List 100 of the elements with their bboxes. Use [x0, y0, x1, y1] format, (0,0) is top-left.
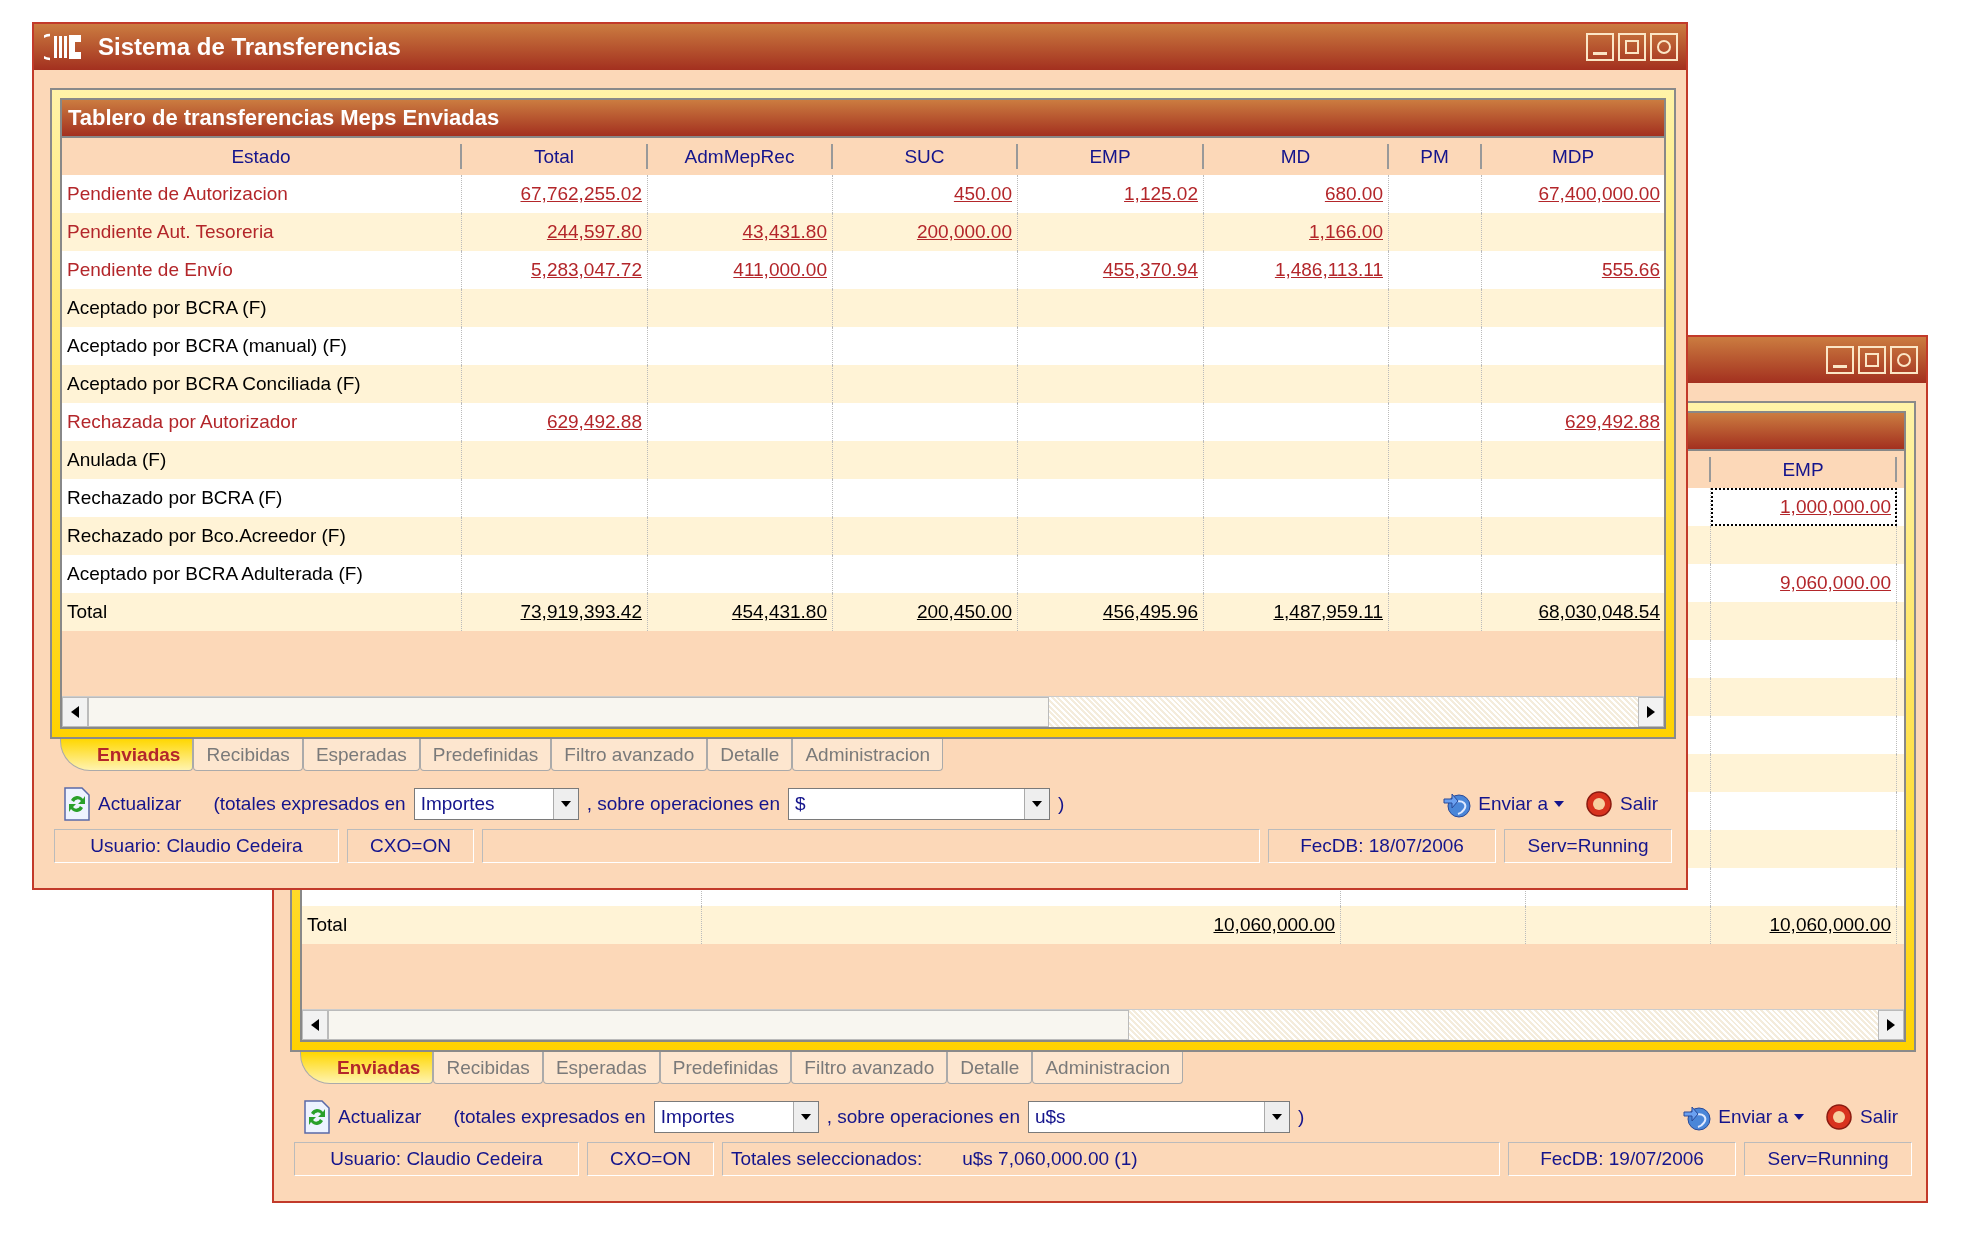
tab[interactable]: Administracion	[1032, 1052, 1183, 1084]
exit-button[interactable]: Salir	[1578, 789, 1664, 819]
scroll-right-button[interactable]	[1638, 697, 1664, 727]
refresh-button[interactable]: Actualizar	[56, 786, 188, 822]
scroll-right-button[interactable]	[1878, 1010, 1904, 1040]
tab[interactable]: Recibidas	[433, 1052, 543, 1084]
tab[interactable]: Predefinidas	[659, 1052, 792, 1084]
refresh-button[interactable]: Actualizar	[296, 1099, 428, 1135]
selection-label: Totales seleccionados:	[731, 1148, 923, 1170]
tab[interactable]: Filtro avanzado	[551, 739, 708, 771]
status-label: Anulada (F)	[67, 449, 167, 471]
column-header[interactable]: Estado	[231, 145, 291, 168]
tab[interactable]: Enviadas	[300, 1052, 434, 1084]
minimize-button[interactable]	[1586, 33, 1614, 61]
column-header[interactable]: EMP	[1089, 145, 1131, 168]
amount-link[interactable]: 680.00	[1324, 183, 1383, 205]
amount-link[interactable]: 1,166.00	[1309, 221, 1383, 243]
amount-link[interactable]: 200,000.00	[916, 221, 1012, 243]
amount-link[interactable]: 450.00	[953, 183, 1012, 205]
send-to-button[interactable]: Enviar a	[1436, 789, 1570, 819]
tab[interactable]: Enviadas	[60, 739, 194, 771]
tab[interactable]: Recibidas	[193, 739, 303, 771]
status-label: Total	[307, 914, 348, 936]
scroll-left-button[interactable]	[302, 1010, 328, 1040]
tab[interactable]: Detalle	[947, 1052, 1033, 1084]
column-header[interactable]: SUC	[904, 145, 945, 168]
tab[interactable]: Detalle	[707, 739, 793, 771]
status-label: Pendiente de Autorizacion	[67, 183, 288, 205]
status-label: Rechazado por Bco.Acreedor (F)	[67, 525, 346, 547]
tab[interactable]: Administracion	[792, 739, 943, 771]
amount-link[interactable]: 456,495.96	[1102, 601, 1198, 623]
amount-link[interactable]: 629,492.88	[546, 411, 642, 433]
database-date-status: FecDB: 18/07/2006	[1268, 829, 1496, 863]
horizontal-scrollbar[interactable]	[302, 1009, 1904, 1040]
minimize-button[interactable]	[1826, 346, 1854, 374]
column-header[interactable]: AdmMepRec	[684, 145, 795, 168]
table-cell[interactable]: 1,000,000.00	[1711, 488, 1897, 526]
column-header[interactable]: Total	[533, 145, 575, 168]
left-arrow-icon	[71, 706, 79, 718]
currency-dropdown[interactable]: $	[787, 788, 1050, 820]
user-status: Usuario: Claudio Cedeira	[294, 1142, 579, 1176]
status-label: Pendiente Aut. Tesoreria	[67, 221, 274, 243]
amount-link[interactable]: 244,597.80	[546, 221, 642, 243]
close-button[interactable]	[1650, 33, 1678, 61]
amount-type-dropdown[interactable]: Importes	[653, 1101, 819, 1133]
amount-link[interactable]: 454,431.80	[731, 601, 827, 623]
amount-link[interactable]: 555.66	[1601, 259, 1660, 281]
amount-link[interactable]: 9,060,000.00	[1780, 572, 1891, 594]
column-header[interactable]: MD	[1280, 145, 1311, 168]
currency-dropdown[interactable]: u$s	[1027, 1101, 1290, 1133]
scroll-thumb[interactable]	[88, 697, 1050, 727]
horizontal-scrollbar[interactable]	[62, 696, 1664, 727]
amount-link[interactable]: 67,762,255.02	[520, 183, 642, 205]
status-label: Rechazada por Autorizador	[67, 411, 298, 433]
amount-link[interactable]: 68,030,048.54	[1538, 601, 1660, 623]
amount-link[interactable]: 1,000,000.00	[1780, 496, 1891, 518]
amount-link[interactable]: 73,919,393.42	[520, 601, 642, 623]
amount-link[interactable]: 1,487,959.11	[1273, 601, 1383, 623]
amount-link[interactable]: 455,370.94	[1102, 259, 1198, 281]
maximize-button[interactable]	[1858, 346, 1886, 374]
column-header[interactable]: PM	[1420, 145, 1449, 168]
amount-link[interactable]: 629,492.88	[1564, 411, 1660, 433]
window-title: Sistema de Transferencias	[98, 33, 401, 61]
panel-title: Tablero de transferencias Meps Enviadas	[68, 105, 500, 131]
amount-link[interactable]: 1,125.02	[1124, 183, 1198, 205]
tab[interactable]: Filtro avanzado	[791, 1052, 948, 1084]
maximize-button[interactable]	[1618, 33, 1646, 61]
tab[interactable]: Esperadas	[542, 1052, 660, 1084]
amount-link[interactable]: 67,400,000.00	[1538, 183, 1660, 205]
table-cell[interactable]: 10,060,000.00	[1711, 906, 1897, 944]
column-header[interactable]: EMP	[1782, 458, 1824, 481]
exit-button[interactable]: Salir	[1818, 1102, 1904, 1132]
amount-type-dropdown[interactable]: Importes	[413, 788, 579, 820]
amount-link[interactable]: 411,000.00	[733, 259, 827, 281]
tab[interactable]: Esperadas	[302, 739, 420, 771]
tab[interactable]: Predefinidas	[419, 739, 552, 771]
toolbar-label: , sobre operaciones en	[586, 793, 780, 815]
caret-icon	[800, 1114, 811, 1120]
server-status: Serv=Running	[1504, 829, 1672, 863]
amount-link[interactable]: 43,431.80	[742, 221, 827, 243]
amount-link[interactable]: 10,060,000.00	[1769, 914, 1891, 936]
amount-link[interactable]: 1,486,113.11	[1274, 259, 1383, 281]
amount-link[interactable]: 10,060,000.00	[1213, 914, 1335, 936]
amount-link[interactable]: 5,283,047.72	[531, 259, 642, 281]
close-icon	[1895, 351, 1913, 369]
selection-total: u$s 7,060,000.00 (1)	[962, 1148, 1138, 1170]
scroll-left-button[interactable]	[62, 697, 88, 727]
amount-link[interactable]: 200,450.00	[916, 601, 1012, 623]
status-label: Total	[67, 601, 108, 623]
server-status: Serv=Running	[1744, 1142, 1912, 1176]
minimize-icon	[1593, 51, 1607, 55]
close-button[interactable]	[1890, 346, 1918, 374]
minimize-icon	[1833, 364, 1847, 368]
toolbar-label: , sobre operaciones en	[826, 1106, 1020, 1128]
send-to-button[interactable]: Enviar a	[1676, 1102, 1810, 1132]
status-label: Pendiente de Envío	[67, 259, 233, 281]
scroll-thumb[interactable]	[328, 1010, 1129, 1040]
status-label: Rechazado por BCRA (F)	[67, 487, 283, 509]
column-header[interactable]: MDP	[1551, 145, 1595, 168]
caret-icon	[560, 801, 571, 807]
